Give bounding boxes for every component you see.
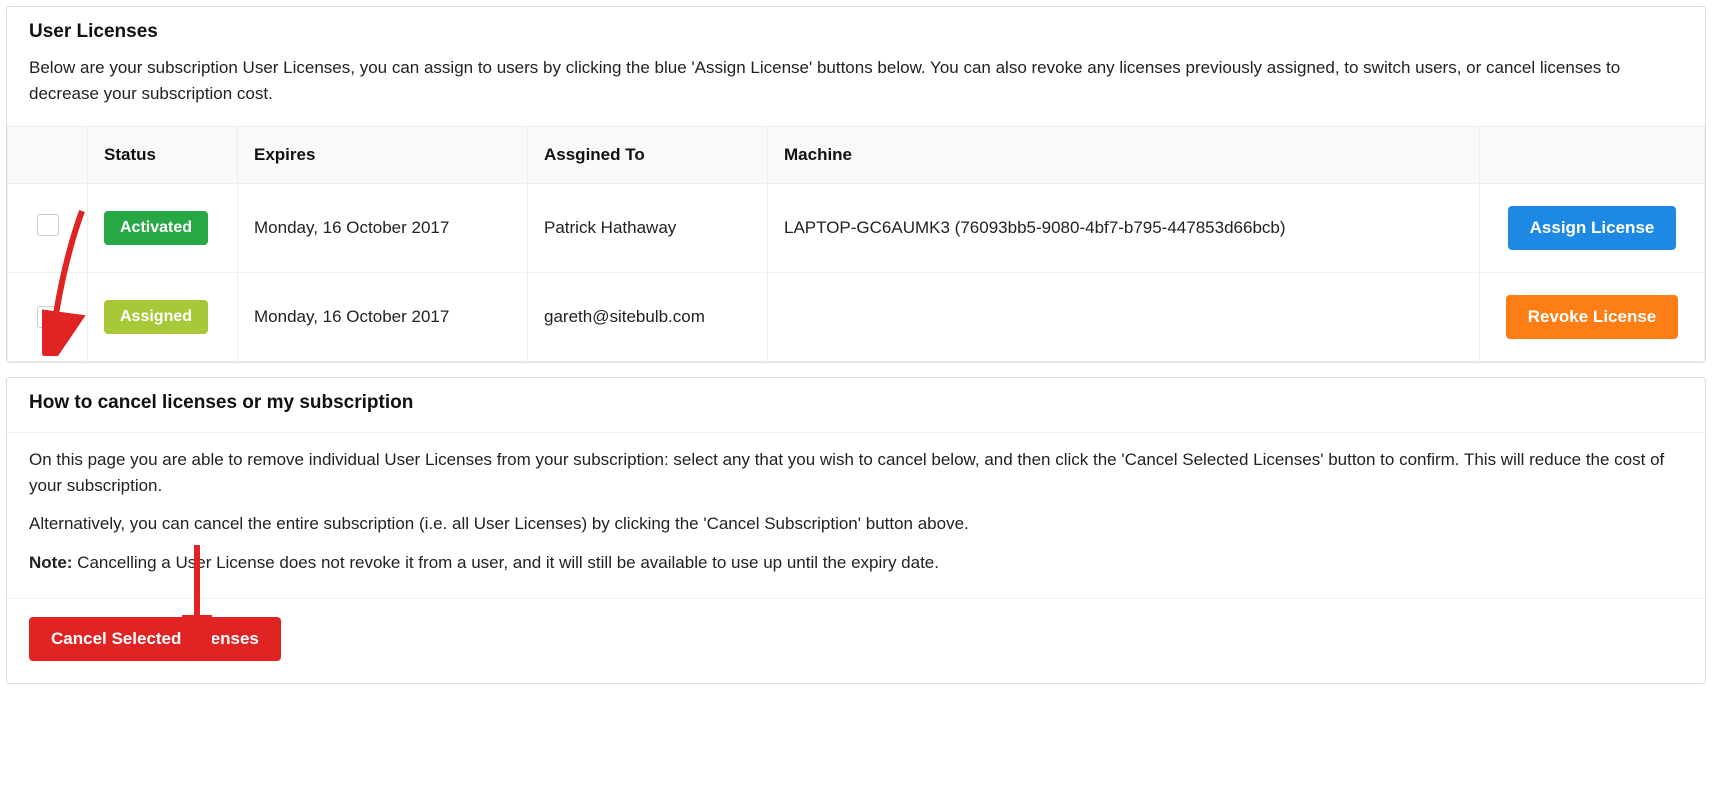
machine-cell: LAPTOP-GC6AUMK3 (76093bb5-9080-4bf7-b795… <box>768 183 1480 272</box>
user-licenses-panel: User Licenses Below are your subscriptio… <box>6 6 1706 363</box>
status-badge: Assigned <box>104 300 208 334</box>
header-checkbox <box>8 126 88 183</box>
cancel-info-panel: How to cancel licenses or my subscriptio… <box>6 377 1706 684</box>
panel-title: How to cancel licenses or my subscriptio… <box>29 392 1683 414</box>
assign-license-button[interactable]: Assign License <box>1508 206 1677 250</box>
revoke-license-button[interactable]: Revoke License <box>1506 295 1679 339</box>
cancel-selected-licenses-button[interactable]: Cancel Selected Licenses <box>29 617 281 661</box>
panel-title: User Licenses <box>29 21 1683 43</box>
assigned-to-cell: Patrick Hathaway <box>528 183 768 272</box>
machine-cell <box>768 272 1480 361</box>
expires-cell: Monday, 16 October 2017 <box>238 272 528 361</box>
info-paragraph: Alternatively, you can cancel the entire… <box>29 511 1683 537</box>
row-checkbox[interactable]: ✔ <box>37 306 59 328</box>
header-machine: Machine <box>768 126 1480 183</box>
header-action <box>1480 126 1705 183</box>
header-expires: Expires <box>238 126 528 183</box>
info-paragraph: On this page you are able to remove indi… <box>29 447 1683 500</box>
status-badge: Activated <box>104 211 208 245</box>
licenses-table: Status Expires Assgined To Machine Activ… <box>7 126 1705 362</box>
assigned-to-cell: gareth@sitebulb.com <box>528 272 768 361</box>
info-note: Note: Cancelling a User License does not… <box>29 550 1683 576</box>
row-checkbox[interactable] <box>37 214 59 236</box>
panel-description: Below are your subscription User License… <box>29 55 1683 108</box>
expires-cell: Monday, 16 October 2017 <box>238 183 528 272</box>
note-label: Note: <box>29 553 72 572</box>
header-assigned-to: Assgined To <box>528 126 768 183</box>
header-status: Status <box>88 126 238 183</box>
table-row: ✔ Assigned Monday, 16 October 2017 garet… <box>8 272 1705 361</box>
table-row: Activated Monday, 16 October 2017 Patric… <box>8 183 1705 272</box>
